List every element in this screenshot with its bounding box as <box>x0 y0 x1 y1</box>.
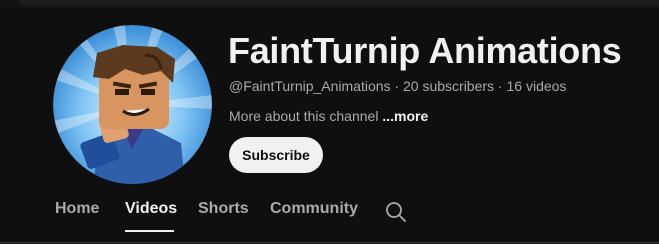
channel-meta: @FaintTurnip_Animations · 20 subscribers… <box>229 78 566 94</box>
meta-separator: · <box>494 78 507 94</box>
top-banner-edge <box>0 0 659 8</box>
active-tab-indicator <box>125 230 174 232</box>
channel-about[interactable]: More about this channel ...more <box>229 108 428 124</box>
tab-videos[interactable]: Videos <box>125 200 177 218</box>
subscriber-count: 20 subscribers <box>403 78 495 94</box>
about-text: More about this channel <box>229 108 383 124</box>
meta-separator: · <box>390 78 403 94</box>
banner-strip <box>18 0 659 6</box>
subscribe-button[interactable]: Subscribe <box>229 137 323 173</box>
avatar-image <box>53 25 212 184</box>
more-link[interactable]: ...more <box>382 108 428 124</box>
tab-shorts[interactable]: Shorts <box>198 200 249 218</box>
channel-header-page: FaintTurnip Animations @FaintTurnip_Anim… <box>0 0 659 244</box>
tab-community[interactable]: Community <box>270 200 358 218</box>
tab-home[interactable]: Home <box>55 200 99 218</box>
tabs-divider <box>0 242 659 243</box>
channel-handle: @FaintTurnip_Animations <box>229 78 391 94</box>
search-icon[interactable] <box>385 201 407 223</box>
channel-name: FaintTurnip Animations <box>228 30 622 71</box>
video-count: 16 videos <box>506 78 567 94</box>
channel-avatar[interactable] <box>53 25 212 184</box>
